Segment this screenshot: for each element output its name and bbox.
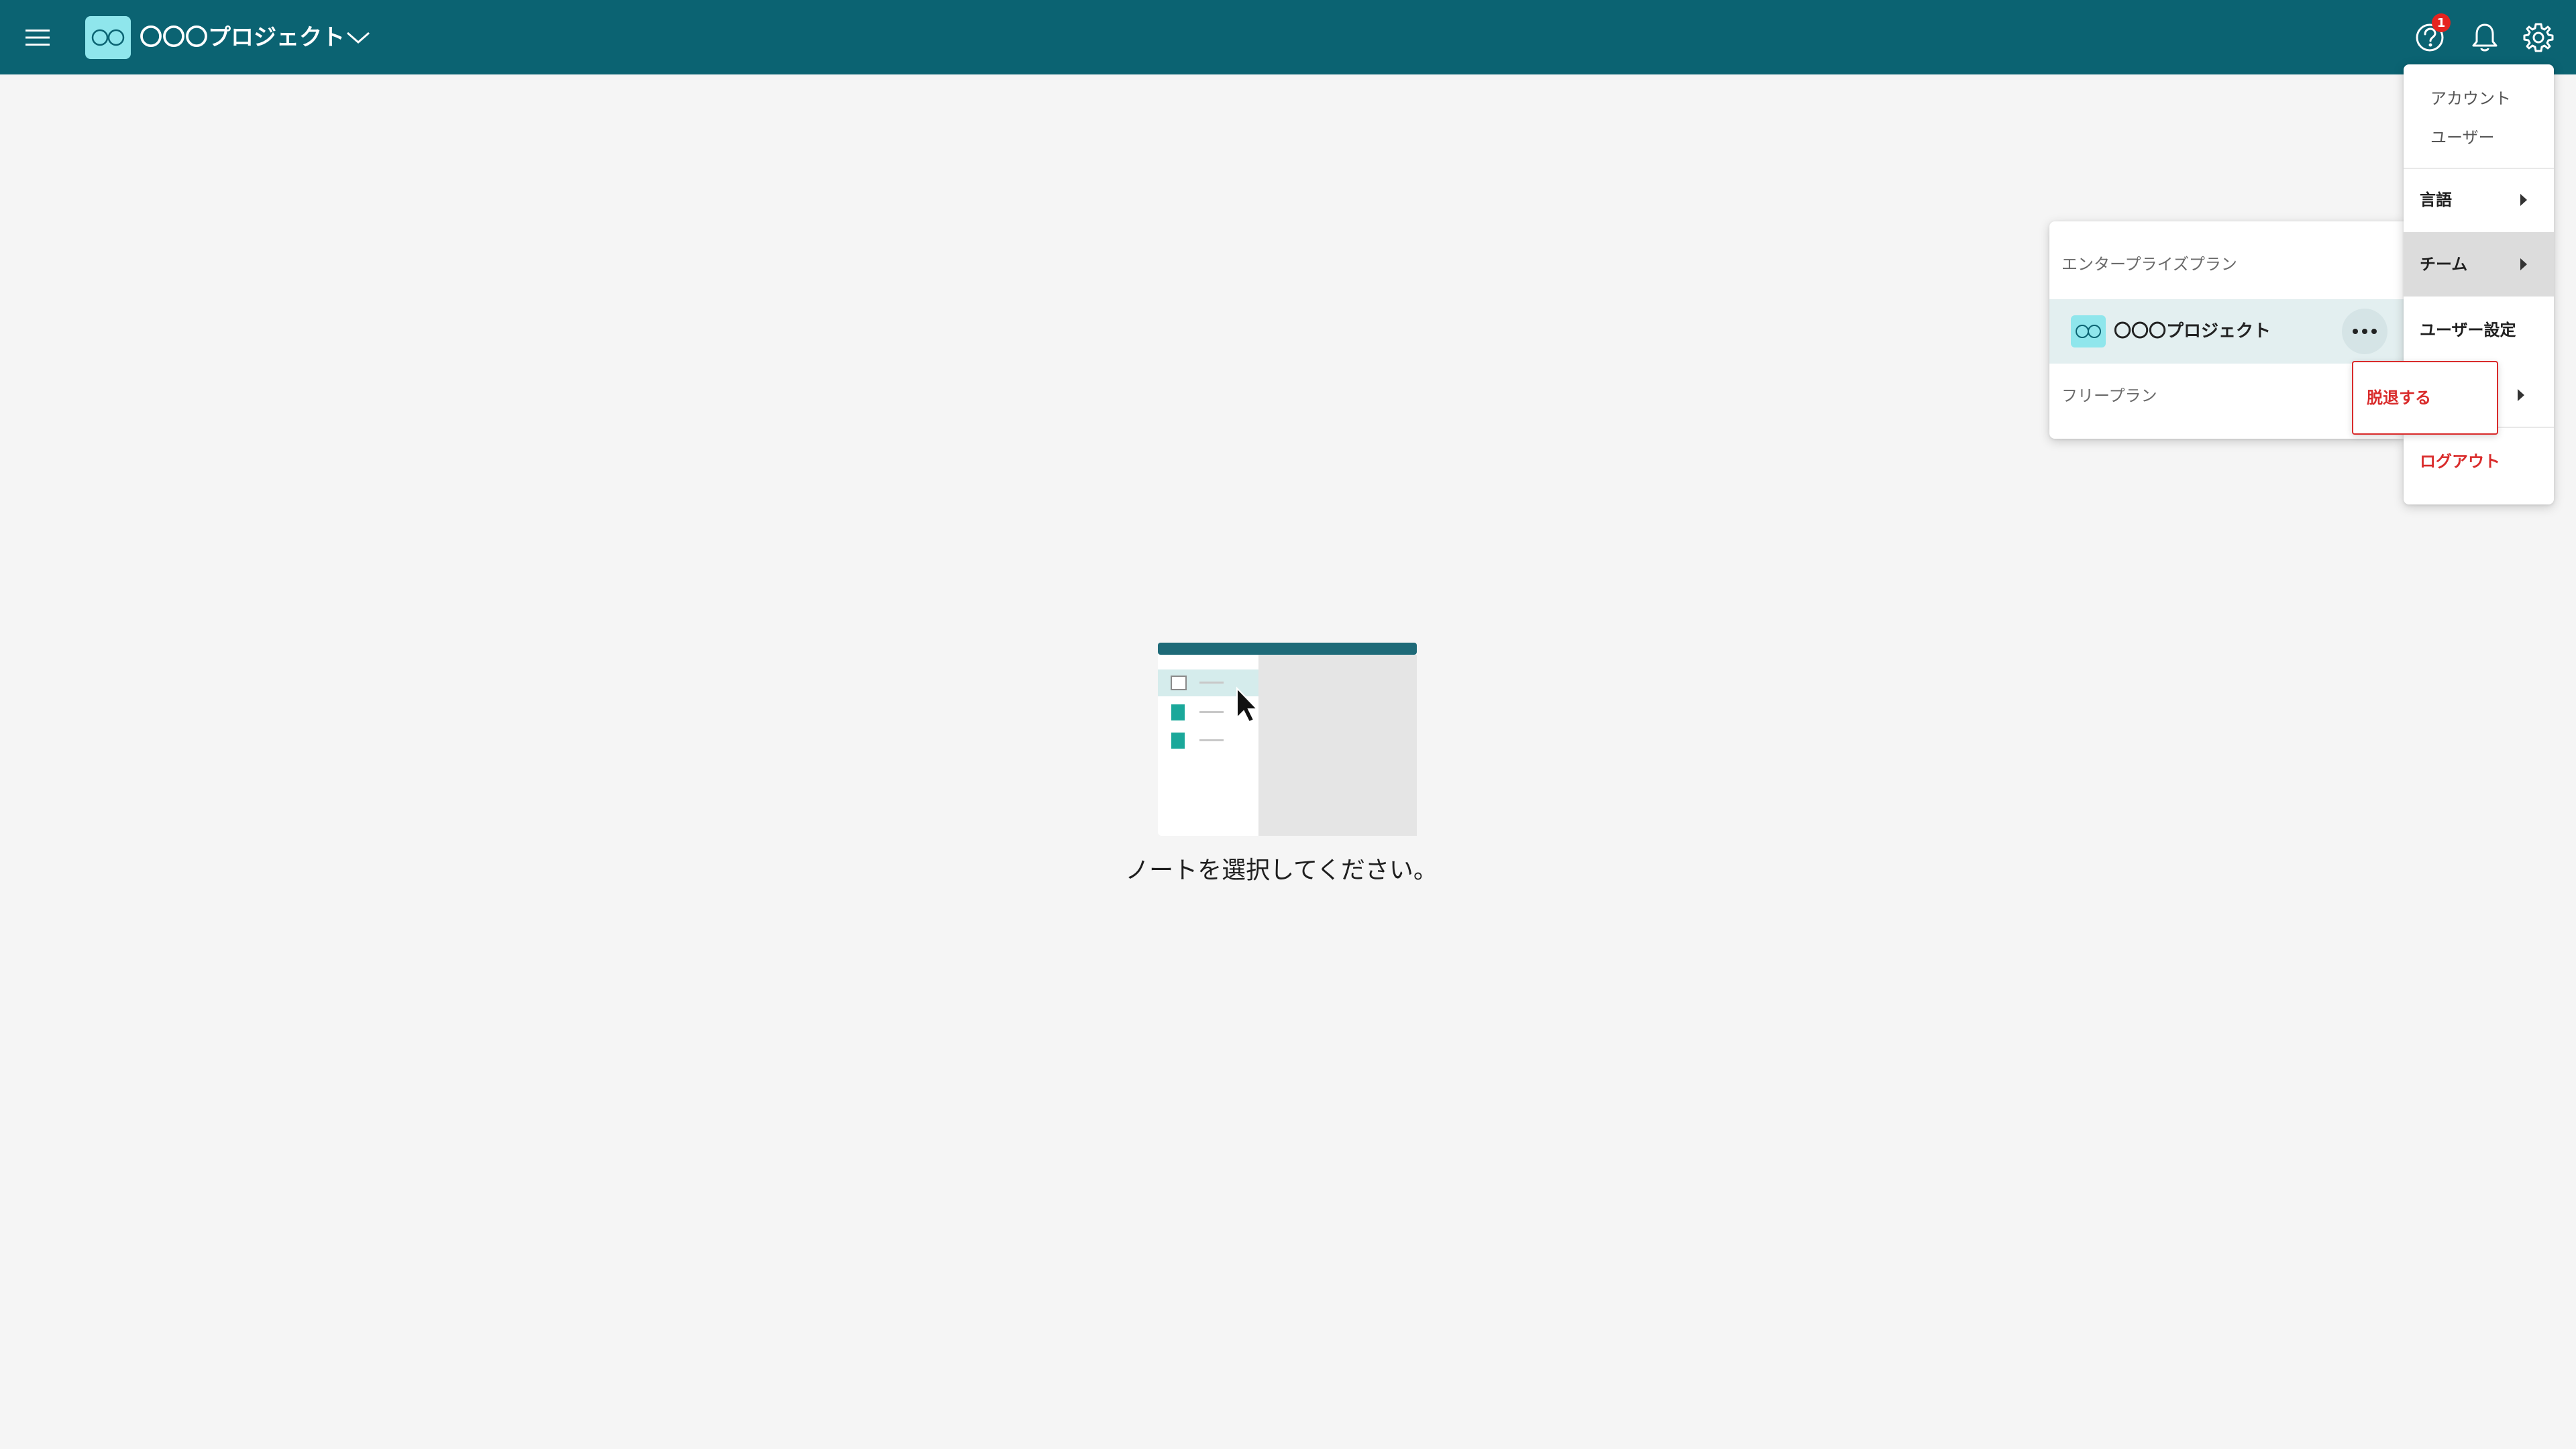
infinity-logo-icon[interactable] [85, 16, 131, 59]
account-menu-item[interactable]: アカウント [2404, 79, 2554, 118]
leave-team-button[interactable]: 脱退する [2352, 361, 2498, 435]
more-horizontal-icon[interactable] [2342, 309, 2387, 354]
user-menu-item[interactable]: ユーザー [2404, 118, 2554, 157]
chevron-right-icon [2520, 258, 2527, 270]
language-label: 言語 [2420, 191, 2452, 209]
language-menu-item[interactable]: 言語 [2404, 168, 2554, 232]
project-title[interactable]: 〇〇〇プロジェクト [140, 19, 345, 56]
chevron-down-icon[interactable] [342, 24, 374, 51]
bell-icon[interactable] [2466, 19, 2504, 56]
user-settings-menu-item[interactable]: ユーザー設定 [2404, 298, 2554, 362]
team-project-name: 〇〇〇プロジェクト [2114, 321, 2271, 341]
top-app-bar: 〇〇〇プロジェクト 1 [0, 0, 2576, 74]
chevron-right-icon [2518, 389, 2524, 401]
team-label: チーム [2420, 255, 2468, 274]
hamburger-menu-icon[interactable] [20, 20, 55, 55]
notification-badge: 1 [2432, 13, 2451, 32]
gear-icon[interactable] [2520, 19, 2557, 56]
settings-menu: アカウント ユーザー 言語 チーム ユーザー設定 ログアウト [2404, 64, 2554, 504]
leave-team-label: 脱退する [2367, 388, 2431, 407]
team-submenu: エンタープライズプラン 〇〇〇プロジェクト フリープラン [2049, 221, 2404, 439]
free-plan-heading: フリープラン [2061, 386, 2157, 405]
team-menu-item[interactable]: チーム [2404, 232, 2554, 297]
help-circle-icon[interactable]: 1 [2411, 13, 2451, 56]
logout-menu-item[interactable]: ログアウト [2404, 427, 2554, 496]
select-note-illustration [1158, 643, 1417, 836]
infinity-logo-icon [2071, 315, 2106, 347]
empty-state-message: ノートを選択してください。 [1125, 857, 1438, 884]
chevron-right-icon [2520, 194, 2527, 206]
enterprise-plan-heading: エンタープライズプラン [2061, 255, 2237, 274]
team-item-project[interactable]: 〇〇〇プロジェクト [2049, 299, 2404, 364]
